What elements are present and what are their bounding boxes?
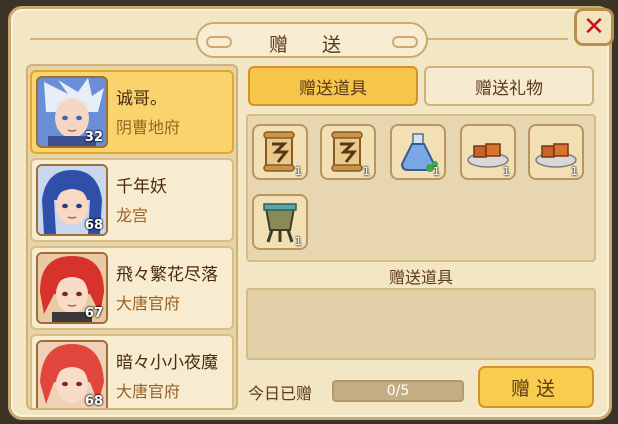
friend-sect: 大唐官府: [116, 382, 181, 401]
friend-item[interactable]: 67 飛々繁花尽落 大唐官府: [30, 246, 234, 330]
item-count: 1: [503, 165, 510, 178]
level-badge: 32: [84, 130, 103, 145]
friend-list[interactable]: 32 诚哥。 阴曹地府 68 千年妖 龙宫 67 飛々繁花尽落 大唐官府 68 …: [26, 64, 238, 410]
dialog-title: 赠 送: [268, 34, 356, 56]
friend-item[interactable]: 68 千年妖 龙宫: [30, 158, 234, 242]
title-divider-left: [30, 38, 196, 40]
avatar: 32: [36, 76, 108, 148]
avatar: 68: [36, 340, 108, 409]
friend-sect: 龙宫: [116, 206, 149, 225]
today-given-label: 今日已赠: [248, 384, 313, 403]
item-count: 1: [433, 165, 440, 178]
item-slot[interactable]: 1: [390, 124, 446, 180]
item-count: 1: [363, 165, 370, 178]
friend-sect: 大唐官府: [116, 294, 181, 313]
level-badge: 68: [84, 394, 103, 409]
give-button[interactable]: 赠送: [478, 366, 594, 408]
friend-name: 千年妖: [116, 177, 167, 197]
friend-item[interactable]: 68 暗々小小夜魔 大唐官府: [30, 334, 234, 409]
friend-name: 暗々小小夜魔: [116, 353, 218, 373]
item-slot[interactable]: 1: [320, 124, 376, 180]
avatar: 68: [36, 164, 108, 236]
title-divider-right: [428, 38, 568, 40]
title-plate: 赠 送: [196, 22, 428, 58]
friend-name: 诚哥。: [116, 89, 167, 109]
item-count: 1: [295, 235, 302, 248]
friend-name: 飛々繁花尽落: [116, 265, 218, 285]
item-slot[interactable]: 1: [252, 124, 308, 180]
tab-gift-presents[interactable]: 赠送礼物: [424, 66, 594, 106]
friend-sect: 阴曹地府: [116, 118, 181, 137]
avatar: 67: [36, 252, 108, 324]
item-slot[interactable]: 1: [252, 194, 308, 250]
tab-gift-items[interactable]: 赠送道具: [248, 66, 418, 106]
friend-item[interactable]: 32 诚哥。 阴曹地府: [30, 70, 234, 154]
level-badge: 68: [84, 218, 103, 233]
item-count: 1: [571, 165, 578, 178]
close-button[interactable]: ✕: [574, 8, 614, 46]
gift-drop-area[interactable]: [246, 288, 596, 360]
progress-text: 0/5: [386, 383, 410, 399]
level-badge: 67: [84, 306, 103, 321]
item-slot[interactable]: 1: [460, 124, 516, 180]
gift-section-label: 赠送道具: [388, 268, 453, 287]
gift-progress-bar: 0/5: [332, 380, 464, 402]
item-slot[interactable]: 1: [528, 124, 584, 180]
item-count: 1: [295, 165, 302, 178]
close-x-icon: ✕: [583, 12, 605, 42]
